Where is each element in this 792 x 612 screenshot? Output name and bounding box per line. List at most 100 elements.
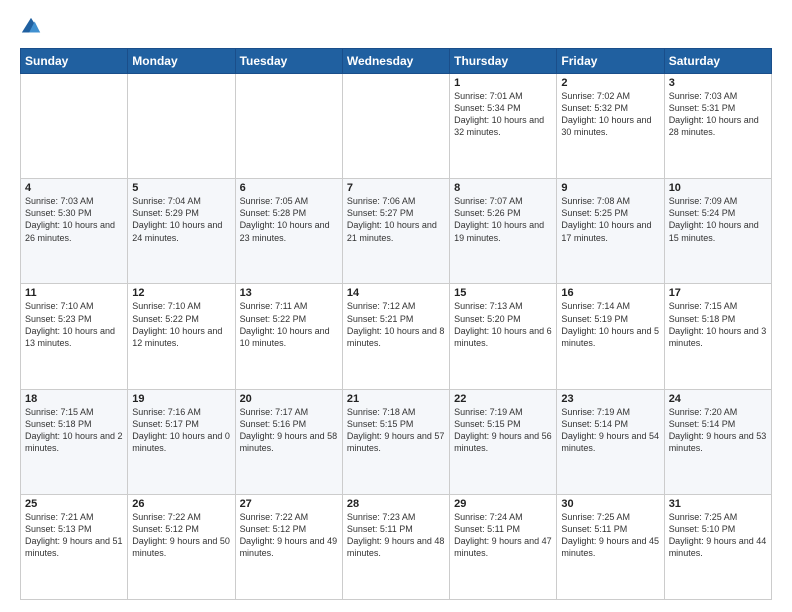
day-number: 9 [561,182,659,194]
calendar-cell: 22Sunrise: 7:19 AM Sunset: 5:15 PM Dayli… [450,389,557,494]
day-content: Sunrise: 7:23 AM Sunset: 5:11 PM Dayligh… [347,511,445,560]
day-content: Sunrise: 7:12 AM Sunset: 5:21 PM Dayligh… [347,300,445,349]
day-number: 8 [454,182,552,194]
calendar-cell: 12Sunrise: 7:10 AM Sunset: 5:22 PM Dayli… [128,284,235,389]
day-content: Sunrise: 7:06 AM Sunset: 5:27 PM Dayligh… [347,195,445,244]
calendar-cell: 21Sunrise: 7:18 AM Sunset: 5:15 PM Dayli… [342,389,449,494]
calendar-header-monday: Monday [128,49,235,74]
day-content: Sunrise: 7:04 AM Sunset: 5:29 PM Dayligh… [132,195,230,244]
day-number: 15 [454,287,552,299]
day-number: 11 [25,287,123,299]
calendar-header-wednesday: Wednesday [342,49,449,74]
calendar-header-friday: Friday [557,49,664,74]
calendar-header-tuesday: Tuesday [235,49,342,74]
calendar-cell: 4Sunrise: 7:03 AM Sunset: 5:30 PM Daylig… [21,179,128,284]
calendar-table: SundayMondayTuesdayWednesdayThursdayFrid… [20,48,772,600]
day-content: Sunrise: 7:24 AM Sunset: 5:11 PM Dayligh… [454,511,552,560]
day-number: 27 [240,498,338,510]
day-content: Sunrise: 7:02 AM Sunset: 5:32 PM Dayligh… [561,90,659,139]
calendar-cell: 14Sunrise: 7:12 AM Sunset: 5:21 PM Dayli… [342,284,449,389]
calendar-week-row: 18Sunrise: 7:15 AM Sunset: 5:18 PM Dayli… [21,389,772,494]
calendar-cell: 7Sunrise: 7:06 AM Sunset: 5:27 PM Daylig… [342,179,449,284]
calendar-week-row: 11Sunrise: 7:10 AM Sunset: 5:23 PM Dayli… [21,284,772,389]
day-content: Sunrise: 7:10 AM Sunset: 5:23 PM Dayligh… [25,300,123,349]
calendar-cell: 18Sunrise: 7:15 AM Sunset: 5:18 PM Dayli… [21,389,128,494]
calendar-cell: 6Sunrise: 7:05 AM Sunset: 5:28 PM Daylig… [235,179,342,284]
day-number: 18 [25,393,123,405]
calendar-cell: 29Sunrise: 7:24 AM Sunset: 5:11 PM Dayli… [450,494,557,599]
day-content: Sunrise: 7:22 AM Sunset: 5:12 PM Dayligh… [240,511,338,560]
calendar-week-row: 1Sunrise: 7:01 AM Sunset: 5:34 PM Daylig… [21,74,772,179]
calendar-cell: 20Sunrise: 7:17 AM Sunset: 5:16 PM Dayli… [235,389,342,494]
day-number: 17 [669,287,767,299]
calendar-cell: 5Sunrise: 7:04 AM Sunset: 5:29 PM Daylig… [128,179,235,284]
day-number: 24 [669,393,767,405]
day-content: Sunrise: 7:19 AM Sunset: 5:14 PM Dayligh… [561,406,659,455]
day-number: 29 [454,498,552,510]
calendar-cell: 28Sunrise: 7:23 AM Sunset: 5:11 PM Dayli… [342,494,449,599]
calendar-cell: 2Sunrise: 7:02 AM Sunset: 5:32 PM Daylig… [557,74,664,179]
day-number: 5 [132,182,230,194]
calendar-header-saturday: Saturday [664,49,771,74]
day-number: 30 [561,498,659,510]
calendar-cell: 17Sunrise: 7:15 AM Sunset: 5:18 PM Dayli… [664,284,771,389]
day-content: Sunrise: 7:19 AM Sunset: 5:15 PM Dayligh… [454,406,552,455]
logo-icon [20,16,42,38]
calendar-cell [235,74,342,179]
logo [20,16,46,38]
day-number: 4 [25,182,123,194]
day-number: 7 [347,182,445,194]
day-number: 23 [561,393,659,405]
calendar-cell: 9Sunrise: 7:08 AM Sunset: 5:25 PM Daylig… [557,179,664,284]
day-number: 16 [561,287,659,299]
calendar-week-row: 25Sunrise: 7:21 AM Sunset: 5:13 PM Dayli… [21,494,772,599]
calendar-cell: 10Sunrise: 7:09 AM Sunset: 5:24 PM Dayli… [664,179,771,284]
calendar-week-row: 4Sunrise: 7:03 AM Sunset: 5:30 PM Daylig… [21,179,772,284]
day-number: 2 [561,77,659,89]
day-content: Sunrise: 7:07 AM Sunset: 5:26 PM Dayligh… [454,195,552,244]
day-content: Sunrise: 7:20 AM Sunset: 5:14 PM Dayligh… [669,406,767,455]
day-number: 10 [669,182,767,194]
day-content: Sunrise: 7:05 AM Sunset: 5:28 PM Dayligh… [240,195,338,244]
day-content: Sunrise: 7:25 AM Sunset: 5:10 PM Dayligh… [669,511,767,560]
calendar-cell: 11Sunrise: 7:10 AM Sunset: 5:23 PM Dayli… [21,284,128,389]
day-number: 12 [132,287,230,299]
calendar-header-row: SundayMondayTuesdayWednesdayThursdayFrid… [21,49,772,74]
day-number: 19 [132,393,230,405]
day-content: Sunrise: 7:08 AM Sunset: 5:25 PM Dayligh… [561,195,659,244]
day-number: 21 [347,393,445,405]
day-content: Sunrise: 7:18 AM Sunset: 5:15 PM Dayligh… [347,406,445,455]
day-number: 20 [240,393,338,405]
calendar-cell: 1Sunrise: 7:01 AM Sunset: 5:34 PM Daylig… [450,74,557,179]
day-content: Sunrise: 7:01 AM Sunset: 5:34 PM Dayligh… [454,90,552,139]
day-number: 22 [454,393,552,405]
calendar-cell [342,74,449,179]
page: SundayMondayTuesdayWednesdayThursdayFrid… [0,0,792,612]
day-number: 28 [347,498,445,510]
day-content: Sunrise: 7:17 AM Sunset: 5:16 PM Dayligh… [240,406,338,455]
calendar-cell: 8Sunrise: 7:07 AM Sunset: 5:26 PM Daylig… [450,179,557,284]
calendar-header-sunday: Sunday [21,49,128,74]
calendar-header-thursday: Thursday [450,49,557,74]
calendar-cell [128,74,235,179]
day-number: 25 [25,498,123,510]
calendar-cell: 30Sunrise: 7:25 AM Sunset: 5:11 PM Dayli… [557,494,664,599]
day-content: Sunrise: 7:16 AM Sunset: 5:17 PM Dayligh… [132,406,230,455]
calendar-cell: 16Sunrise: 7:14 AM Sunset: 5:19 PM Dayli… [557,284,664,389]
calendar-cell: 25Sunrise: 7:21 AM Sunset: 5:13 PM Dayli… [21,494,128,599]
day-number: 3 [669,77,767,89]
calendar-cell: 31Sunrise: 7:25 AM Sunset: 5:10 PM Dayli… [664,494,771,599]
day-number: 26 [132,498,230,510]
calendar-cell: 27Sunrise: 7:22 AM Sunset: 5:12 PM Dayli… [235,494,342,599]
calendar-cell: 15Sunrise: 7:13 AM Sunset: 5:20 PM Dayli… [450,284,557,389]
day-content: Sunrise: 7:25 AM Sunset: 5:11 PM Dayligh… [561,511,659,560]
day-content: Sunrise: 7:10 AM Sunset: 5:22 PM Dayligh… [132,300,230,349]
calendar-cell: 19Sunrise: 7:16 AM Sunset: 5:17 PM Dayli… [128,389,235,494]
calendar-cell: 13Sunrise: 7:11 AM Sunset: 5:22 PM Dayli… [235,284,342,389]
day-content: Sunrise: 7:03 AM Sunset: 5:31 PM Dayligh… [669,90,767,139]
day-content: Sunrise: 7:11 AM Sunset: 5:22 PM Dayligh… [240,300,338,349]
day-content: Sunrise: 7:15 AM Sunset: 5:18 PM Dayligh… [669,300,767,349]
day-content: Sunrise: 7:13 AM Sunset: 5:20 PM Dayligh… [454,300,552,349]
calendar-cell: 24Sunrise: 7:20 AM Sunset: 5:14 PM Dayli… [664,389,771,494]
calendar-cell: 26Sunrise: 7:22 AM Sunset: 5:12 PM Dayli… [128,494,235,599]
